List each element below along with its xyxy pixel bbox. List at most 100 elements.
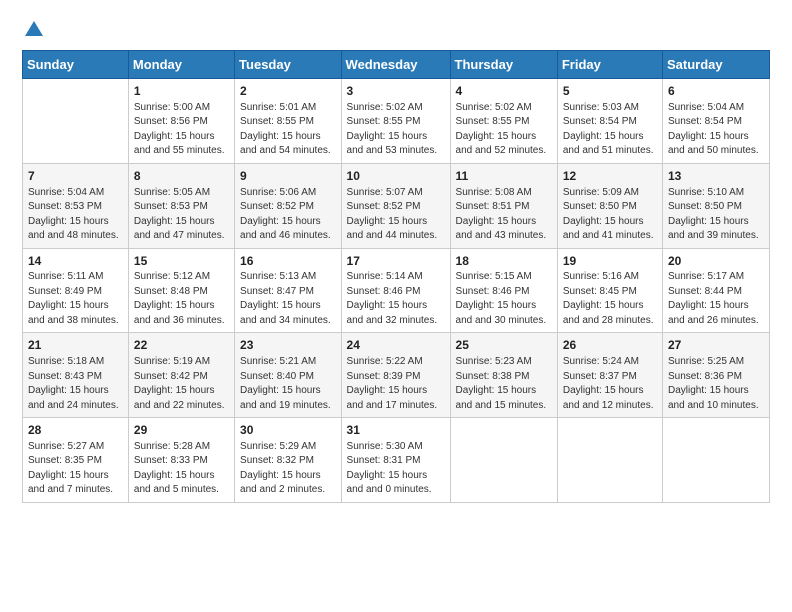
day-info: Sunrise: 5:07 AMSunset: 8:52 PMDaylight:…	[347, 186, 445, 244]
day-number: 13	[668, 168, 764, 185]
day-info: Sunrise: 5:02 AMSunset: 8:55 PMDaylight:…	[456, 101, 552, 159]
calendar-cell: 21Sunrise: 5:18 AMSunset: 8:43 PMDayligh…	[23, 333, 129, 418]
day-number: 21	[28, 337, 123, 354]
day-info: Sunrise: 5:11 AMSunset: 8:49 PMDaylight:…	[28, 270, 123, 328]
day-number: 23	[240, 337, 335, 354]
day-info: Sunrise: 5:04 AMSunset: 8:54 PMDaylight:…	[668, 101, 764, 159]
calendar-cell: 8Sunrise: 5:05 AMSunset: 8:53 PMDaylight…	[128, 163, 234, 248]
calendar-cell: 17Sunrise: 5:14 AMSunset: 8:46 PMDayligh…	[341, 248, 450, 333]
calendar-cell: 2Sunrise: 5:01 AMSunset: 8:55 PMDaylight…	[235, 79, 341, 164]
logo	[22, 18, 45, 40]
day-number: 5	[563, 83, 657, 100]
calendar-table: SundayMondayTuesdayWednesdayThursdayFrid…	[22, 50, 770, 503]
calendar-cell: 11Sunrise: 5:08 AMSunset: 8:51 PMDayligh…	[450, 163, 557, 248]
day-number: 9	[240, 168, 335, 185]
weekday-header-thursday: Thursday	[450, 51, 557, 79]
weekday-header-wednesday: Wednesday	[341, 51, 450, 79]
calendar-cell: 5Sunrise: 5:03 AMSunset: 8:54 PMDaylight…	[557, 79, 662, 164]
day-info: Sunrise: 5:09 AMSunset: 8:50 PMDaylight:…	[563, 186, 657, 244]
day-number: 19	[563, 253, 657, 270]
day-info: Sunrise: 5:27 AMSunset: 8:35 PMDaylight:…	[28, 440, 123, 498]
day-info: Sunrise: 5:18 AMSunset: 8:43 PMDaylight:…	[28, 355, 123, 413]
day-number: 22	[134, 337, 229, 354]
day-number: 1	[134, 83, 229, 100]
calendar-cell: 10Sunrise: 5:07 AMSunset: 8:52 PMDayligh…	[341, 163, 450, 248]
day-number: 3	[347, 83, 445, 100]
day-number: 8	[134, 168, 229, 185]
weekday-header-monday: Monday	[128, 51, 234, 79]
day-info: Sunrise: 5:25 AMSunset: 8:36 PMDaylight:…	[668, 355, 764, 413]
calendar-cell	[557, 418, 662, 503]
day-number: 28	[28, 422, 123, 439]
day-number: 6	[668, 83, 764, 100]
calendar-cell: 12Sunrise: 5:09 AMSunset: 8:50 PMDayligh…	[557, 163, 662, 248]
day-number: 18	[456, 253, 552, 270]
calendar-cell: 31Sunrise: 5:30 AMSunset: 8:31 PMDayligh…	[341, 418, 450, 503]
weekday-header-saturday: Saturday	[662, 51, 769, 79]
calendar-cell: 29Sunrise: 5:28 AMSunset: 8:33 PMDayligh…	[128, 418, 234, 503]
day-number: 29	[134, 422, 229, 439]
day-number: 27	[668, 337, 764, 354]
calendar-cell: 28Sunrise: 5:27 AMSunset: 8:35 PMDayligh…	[23, 418, 129, 503]
logo-icon	[23, 18, 45, 40]
calendar-cell: 23Sunrise: 5:21 AMSunset: 8:40 PMDayligh…	[235, 333, 341, 418]
calendar-cell	[23, 79, 129, 164]
day-number: 24	[347, 337, 445, 354]
day-number: 14	[28, 253, 123, 270]
calendar-cell: 24Sunrise: 5:22 AMSunset: 8:39 PMDayligh…	[341, 333, 450, 418]
header	[22, 18, 770, 40]
day-number: 11	[456, 168, 552, 185]
day-info: Sunrise: 5:03 AMSunset: 8:54 PMDaylight:…	[563, 101, 657, 159]
calendar-cell: 27Sunrise: 5:25 AMSunset: 8:36 PMDayligh…	[662, 333, 769, 418]
day-info: Sunrise: 5:08 AMSunset: 8:51 PMDaylight:…	[456, 186, 552, 244]
day-info: Sunrise: 5:16 AMSunset: 8:45 PMDaylight:…	[563, 270, 657, 328]
day-info: Sunrise: 5:00 AMSunset: 8:56 PMDaylight:…	[134, 101, 229, 159]
calendar-cell: 30Sunrise: 5:29 AMSunset: 8:32 PMDayligh…	[235, 418, 341, 503]
day-number: 20	[668, 253, 764, 270]
day-number: 25	[456, 337, 552, 354]
day-number: 10	[347, 168, 445, 185]
calendar-week-row: 1Sunrise: 5:00 AMSunset: 8:56 PMDaylight…	[23, 79, 770, 164]
calendar-cell: 13Sunrise: 5:10 AMSunset: 8:50 PMDayligh…	[662, 163, 769, 248]
calendar-cell: 9Sunrise: 5:06 AMSunset: 8:52 PMDaylight…	[235, 163, 341, 248]
calendar-week-row: 28Sunrise: 5:27 AMSunset: 8:35 PMDayligh…	[23, 418, 770, 503]
day-info: Sunrise: 5:29 AMSunset: 8:32 PMDaylight:…	[240, 440, 335, 498]
calendar-week-row: 21Sunrise: 5:18 AMSunset: 8:43 PMDayligh…	[23, 333, 770, 418]
calendar-cell: 20Sunrise: 5:17 AMSunset: 8:44 PMDayligh…	[662, 248, 769, 333]
day-number: 30	[240, 422, 335, 439]
weekday-header-row: SundayMondayTuesdayWednesdayThursdayFrid…	[23, 51, 770, 79]
calendar-cell: 16Sunrise: 5:13 AMSunset: 8:47 PMDayligh…	[235, 248, 341, 333]
calendar-week-row: 7Sunrise: 5:04 AMSunset: 8:53 PMDaylight…	[23, 163, 770, 248]
day-number: 17	[347, 253, 445, 270]
day-info: Sunrise: 5:01 AMSunset: 8:55 PMDaylight:…	[240, 101, 335, 159]
day-info: Sunrise: 5:17 AMSunset: 8:44 PMDaylight:…	[668, 270, 764, 328]
day-number: 7	[28, 168, 123, 185]
page: SundayMondayTuesdayWednesdayThursdayFrid…	[0, 0, 792, 521]
day-info: Sunrise: 5:30 AMSunset: 8:31 PMDaylight:…	[347, 440, 445, 498]
day-info: Sunrise: 5:28 AMSunset: 8:33 PMDaylight:…	[134, 440, 229, 498]
day-info: Sunrise: 5:19 AMSunset: 8:42 PMDaylight:…	[134, 355, 229, 413]
weekday-header-sunday: Sunday	[23, 51, 129, 79]
calendar-cell: 22Sunrise: 5:19 AMSunset: 8:42 PMDayligh…	[128, 333, 234, 418]
day-number: 2	[240, 83, 335, 100]
calendar-cell: 25Sunrise: 5:23 AMSunset: 8:38 PMDayligh…	[450, 333, 557, 418]
day-info: Sunrise: 5:05 AMSunset: 8:53 PMDaylight:…	[134, 186, 229, 244]
calendar-cell	[662, 418, 769, 503]
day-number: 31	[347, 422, 445, 439]
day-info: Sunrise: 5:15 AMSunset: 8:46 PMDaylight:…	[456, 270, 552, 328]
weekday-header-tuesday: Tuesday	[235, 51, 341, 79]
day-info: Sunrise: 5:24 AMSunset: 8:37 PMDaylight:…	[563, 355, 657, 413]
calendar-cell: 4Sunrise: 5:02 AMSunset: 8:55 PMDaylight…	[450, 79, 557, 164]
day-info: Sunrise: 5:02 AMSunset: 8:55 PMDaylight:…	[347, 101, 445, 159]
calendar-cell: 14Sunrise: 5:11 AMSunset: 8:49 PMDayligh…	[23, 248, 129, 333]
calendar-cell	[450, 418, 557, 503]
day-info: Sunrise: 5:14 AMSunset: 8:46 PMDaylight:…	[347, 270, 445, 328]
day-info: Sunrise: 5:13 AMSunset: 8:47 PMDaylight:…	[240, 270, 335, 328]
day-info: Sunrise: 5:21 AMSunset: 8:40 PMDaylight:…	[240, 355, 335, 413]
calendar-cell: 15Sunrise: 5:12 AMSunset: 8:48 PMDayligh…	[128, 248, 234, 333]
calendar-week-row: 14Sunrise: 5:11 AMSunset: 8:49 PMDayligh…	[23, 248, 770, 333]
day-number: 12	[563, 168, 657, 185]
day-number: 4	[456, 83, 552, 100]
weekday-header-friday: Friday	[557, 51, 662, 79]
calendar-cell: 7Sunrise: 5:04 AMSunset: 8:53 PMDaylight…	[23, 163, 129, 248]
